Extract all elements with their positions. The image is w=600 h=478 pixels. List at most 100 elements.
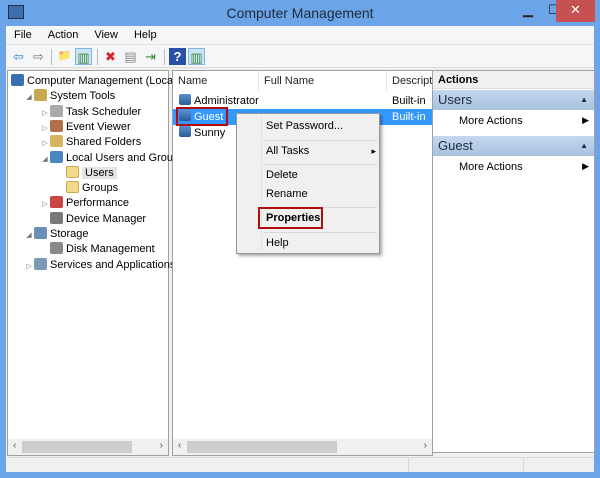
menu-file[interactable]: File [6,26,40,44]
node-icon [50,196,63,209]
user-description: Built-in [392,95,426,107]
more-actions-guest[interactable]: More Actions [459,159,589,175]
help-icon[interactable]: ? [169,48,186,65]
actions-title: Actions [433,71,594,89]
scroll-left-icon[interactable]: ‹ [178,440,181,451]
forward-icon[interactable]: ⇨ [30,48,47,65]
menu-action[interactable]: Action [40,26,87,44]
column-full-name[interactable]: Full Name [259,71,387,91]
expand-toggle-icon[interactable]: ▷ [40,197,50,212]
expand-toggle-icon[interactable]: ◢ [24,90,34,105]
item-label: More Actions [459,161,523,173]
more-actions-users[interactable]: More Actions [459,113,589,129]
node-icon [50,135,63,148]
collapse-icon[interactable]: ▲ [580,136,588,156]
tree-item-label: Computer Management (Local [27,75,176,87]
tree-item-label: Event Viewer [66,120,131,133]
menu-bar: File Action View Help [6,26,594,44]
node-icon [11,74,24,86]
submenu-arrow-icon: ▶ [582,115,589,125]
close-button[interactable]: ✕ [556,0,595,22]
list-hscrollbar[interactable]: ‹ › [173,439,432,455]
highlight-box [258,207,323,229]
expand-toggle-icon[interactable]: ◢ [24,228,34,243]
action-pane-icon[interactable]: ▥ [188,48,205,65]
section-label: Users [438,92,472,107]
tree-item-users[interactable]: Users [8,165,117,181]
expand-toggle-icon[interactable]: ▷ [24,259,34,274]
collapse-icon[interactable]: ▲ [580,90,588,110]
scroll-left-icon[interactable]: ‹ [13,440,16,451]
export-icon[interactable]: ⇥ [142,48,159,65]
user-icon [179,126,191,137]
status-bar [7,457,594,472]
expand-toggle-icon[interactable]: ▷ [40,106,50,121]
tree-pane: Computer Management (Local ◢ System Tools ▷… [7,70,185,456]
menu-item-set-password[interactable]: Set Password... [266,117,343,135]
menu-item-delete[interactable]: Delete [266,166,298,184]
column-name[interactable]: Name [173,71,259,91]
show-hide-tree-icon[interactable]: ▥ [75,48,92,65]
node-icon [50,104,63,117]
tree-item-system-tools[interactable]: ◢ System Tools [8,89,115,104]
tree-item-shared-folders[interactable]: ▷ Shared Folders [8,135,141,150]
user-name: Sunny [194,127,226,139]
user-name: Administrator [194,95,259,107]
expand-toggle-icon[interactable]: ◢ [40,152,50,167]
node-icon [50,150,63,163]
tree-item-disk-management[interactable]: Disk Management [8,242,155,257]
tree-item-label: System Tools [50,90,116,103]
tree-item-device-manager[interactable]: Device Manager [8,211,147,227]
up-folder-icon[interactable]: 📁 [56,48,73,65]
context-menu: Set Password... All Tasks ▸ Delete Rename… [236,113,380,254]
actions-section-users[interactable]: Users ▲ [433,90,594,110]
node-icon [50,242,63,255]
section-label: Guest [438,138,473,153]
expand-toggle-icon[interactable]: ▷ [40,121,50,136]
menu-item-help[interactable]: Help [266,234,289,252]
properties-icon[interactable]: ▤ [122,48,139,65]
tree-item-label: Local Users and Groups [66,151,185,164]
back-icon[interactable]: ⇦ [10,48,27,65]
node-icon [34,89,47,102]
folder-icon [66,181,79,194]
menu-item-all-tasks[interactable]: All Tasks ▸ [266,142,376,160]
tree-item-services-and-applications[interactable]: ▷ Services and Applications [8,257,175,274]
actions-section-guest[interactable]: Guest ▲ [433,136,594,156]
tree-item-storage[interactable]: ◢ Storage [8,227,89,242]
tree-item-local-users-and-groups[interactable]: ◢ Local Users and Groups [8,150,185,167]
scroll-right-icon[interactable]: › [424,440,427,451]
node-icon [50,211,63,224]
menu-view[interactable]: View [86,26,126,44]
delete-icon[interactable]: ✖ [102,48,119,65]
menu-item-rename[interactable]: Rename [266,185,308,203]
tree-item-label: Groups [82,182,119,195]
column-description[interactable]: Descripti [387,71,434,91]
tree-hscrollbar[interactable]: ‹ › [8,439,168,455]
tree-item-label: Task Scheduler [66,105,142,118]
menu-help[interactable]: Help [126,26,165,44]
submenu-arrow-icon: ▶ [582,161,589,171]
tree-item-event-viewer[interactable]: ▷ Event Viewer [8,119,131,136]
tree-item-task-scheduler[interactable]: ▷ Task Scheduler [8,104,142,121]
user-icon [179,94,191,105]
highlight-box [176,107,228,126]
tree-item-label: Device Manager [66,212,147,225]
scroll-thumb[interactable] [187,441,337,453]
toolbar: ⇦ ⇨ 📁 ▥ ✖ ▤ ⇥ ? ▥ [6,44,594,68]
minimize-button[interactable]: ▁ [517,0,539,22]
node-icon [34,257,47,270]
scroll-thumb[interactable] [22,441,132,453]
tree-item-computer-management-local[interactable]: Computer Management (Local [8,74,176,89]
tree-item-groups[interactable]: Groups [8,181,118,196]
node-icon [50,119,63,132]
expand-toggle-icon[interactable]: ▷ [40,136,50,151]
tree-item-label: Users [82,166,117,179]
tree-item-label: Storage [50,228,89,240]
tree-item-label: Shared Folders [66,136,142,149]
folder-icon [66,165,79,178]
user-description: Built-in [392,111,426,123]
item-label: All Tasks [266,145,310,157]
tree-item-performance[interactable]: ▷ Performance [8,196,129,211]
scroll-right-icon[interactable]: › [160,440,163,451]
